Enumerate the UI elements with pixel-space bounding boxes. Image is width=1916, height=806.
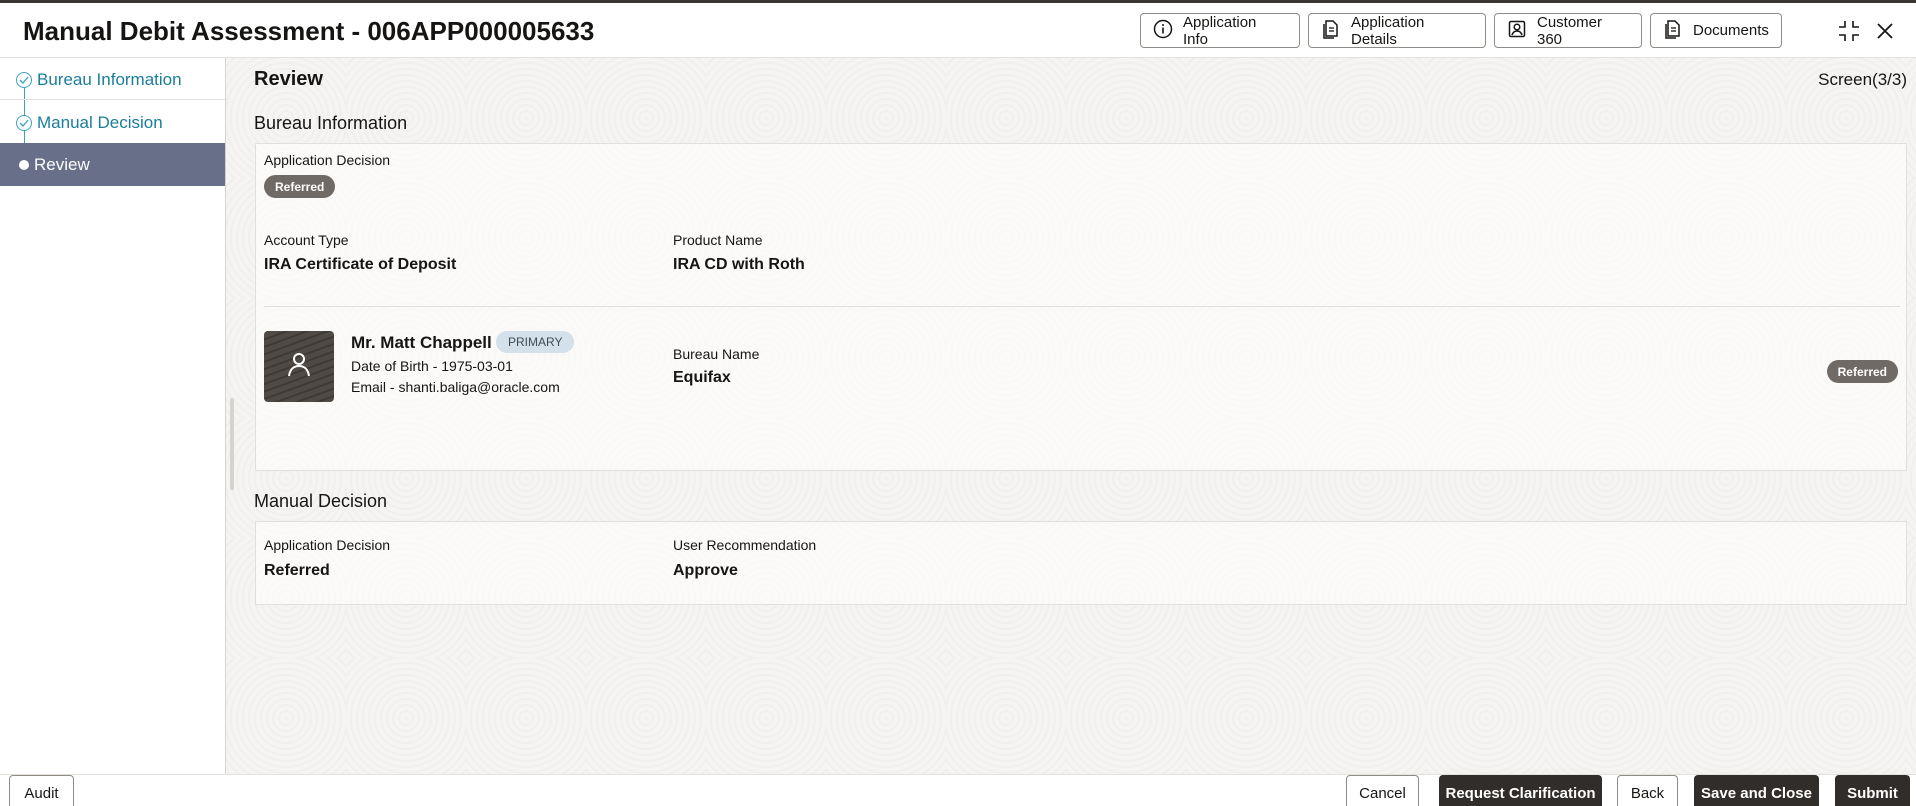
manual-decision-heading: Manual Decision — [254, 491, 388, 511]
application-decision-label: Application Decision — [264, 537, 391, 553]
product-name-value: IRA CD with Roth — [673, 256, 805, 273]
sidebar-item-label: Bureau Information — [37, 69, 182, 89]
save-and-close-button[interactable]: Save and Close — [1694, 775, 1819, 806]
check-icon — [16, 72, 32, 88]
submit-button[interactable]: Submit — [1835, 775, 1910, 806]
documents-icon — [1663, 19, 1683, 43]
status-badge: Referred — [1826, 360, 1898, 383]
application-info-label: Application Info — [1183, 13, 1257, 48]
sidebar-item-manual-decision[interactable]: Manual Decision — [0, 101, 225, 144]
avatar — [264, 331, 334, 402]
email: Email - shanti.baliga@oracle.com — [351, 379, 560, 395]
current-step-icon — [19, 160, 29, 170]
divider — [0, 99, 225, 100]
manual-decision-card: Application Decision Referred User Recom… — [255, 521, 1907, 605]
account-type-label: Account Type — [264, 232, 349, 248]
back-button[interactable]: Back — [1617, 775, 1678, 806]
user-icon — [284, 349, 314, 384]
splitter-handle[interactable] — [230, 398, 234, 490]
product-name-label: Product Name — [673, 232, 763, 248]
document-icon — [1321, 19, 1341, 43]
bureau-name-label: Bureau Name — [673, 346, 760, 362]
documents-label: Documents — [1693, 22, 1769, 39]
application-decision-value: Referred — [264, 562, 330, 579]
status-badge: Referred — [264, 175, 336, 198]
person-card-icon — [1507, 19, 1527, 43]
sidebar-item-review[interactable]: Review — [0, 143, 225, 186]
page-title: Manual Debit Assessment - 006APP00000563… — [23, 16, 595, 46]
bureau-information-card: Application Decision Referred Account Ty… — [255, 143, 1907, 471]
close-icon[interactable] — [1871, 17, 1899, 45]
user-recommendation-value: Approve — [673, 562, 738, 579]
customer-360-button[interactable]: Customer 360 — [1494, 13, 1642, 48]
sidebar-item-bureau-information[interactable]: Bureau Information — [0, 58, 225, 101]
documents-button[interactable]: Documents — [1650, 13, 1782, 48]
request-clarification-button[interactable]: Request Clarification — [1439, 775, 1602, 806]
bureau-name-value: Equifax — [673, 369, 731, 386]
screen-counter: Screen(3/3) — [1818, 70, 1907, 89]
account-type-value: IRA Certificate of Deposit — [264, 256, 457, 273]
application-decision-label: Application Decision — [264, 152, 391, 168]
collapse-icon[interactable] — [1835, 17, 1863, 45]
info-icon — [1153, 19, 1173, 43]
footer: Audit Cancel Request Clarification Back … — [0, 774, 1916, 806]
user-recommendation-label: User Recommendation — [673, 537, 817, 553]
bureau-information-heading: Bureau Information — [254, 113, 408, 133]
header: Manual Debit Assessment - 006APP00000563… — [0, 3, 1916, 58]
main-content: Review Screen(3/3) Bureau Information Ap… — [226, 58, 1916, 774]
application-details-button[interactable]: Application Details — [1308, 13, 1486, 48]
role-badge: PRIMARY — [496, 331, 575, 353]
date-of-birth: Date of Birth - 1975-03-01 — [351, 358, 513, 374]
sidebar-item-label: Review — [34, 154, 90, 174]
cancel-button[interactable]: Cancel — [1346, 775, 1419, 806]
section-heading: Review — [254, 68, 323, 90]
applicant-name: Mr. Matt Chappell — [351, 333, 492, 352]
sidebar-item-label: Manual Decision — [37, 112, 163, 132]
application-info-button[interactable]: Application Info — [1140, 13, 1300, 48]
divider — [264, 306, 1900, 307]
customer-360-label: Customer 360 — [1537, 13, 1603, 48]
check-icon — [16, 115, 32, 131]
audit-button[interactable]: Audit — [9, 775, 74, 806]
sidebar: Bureau Information Manual Decision Revie… — [0, 58, 226, 774]
application-details-label: Application Details — [1351, 13, 1425, 48]
